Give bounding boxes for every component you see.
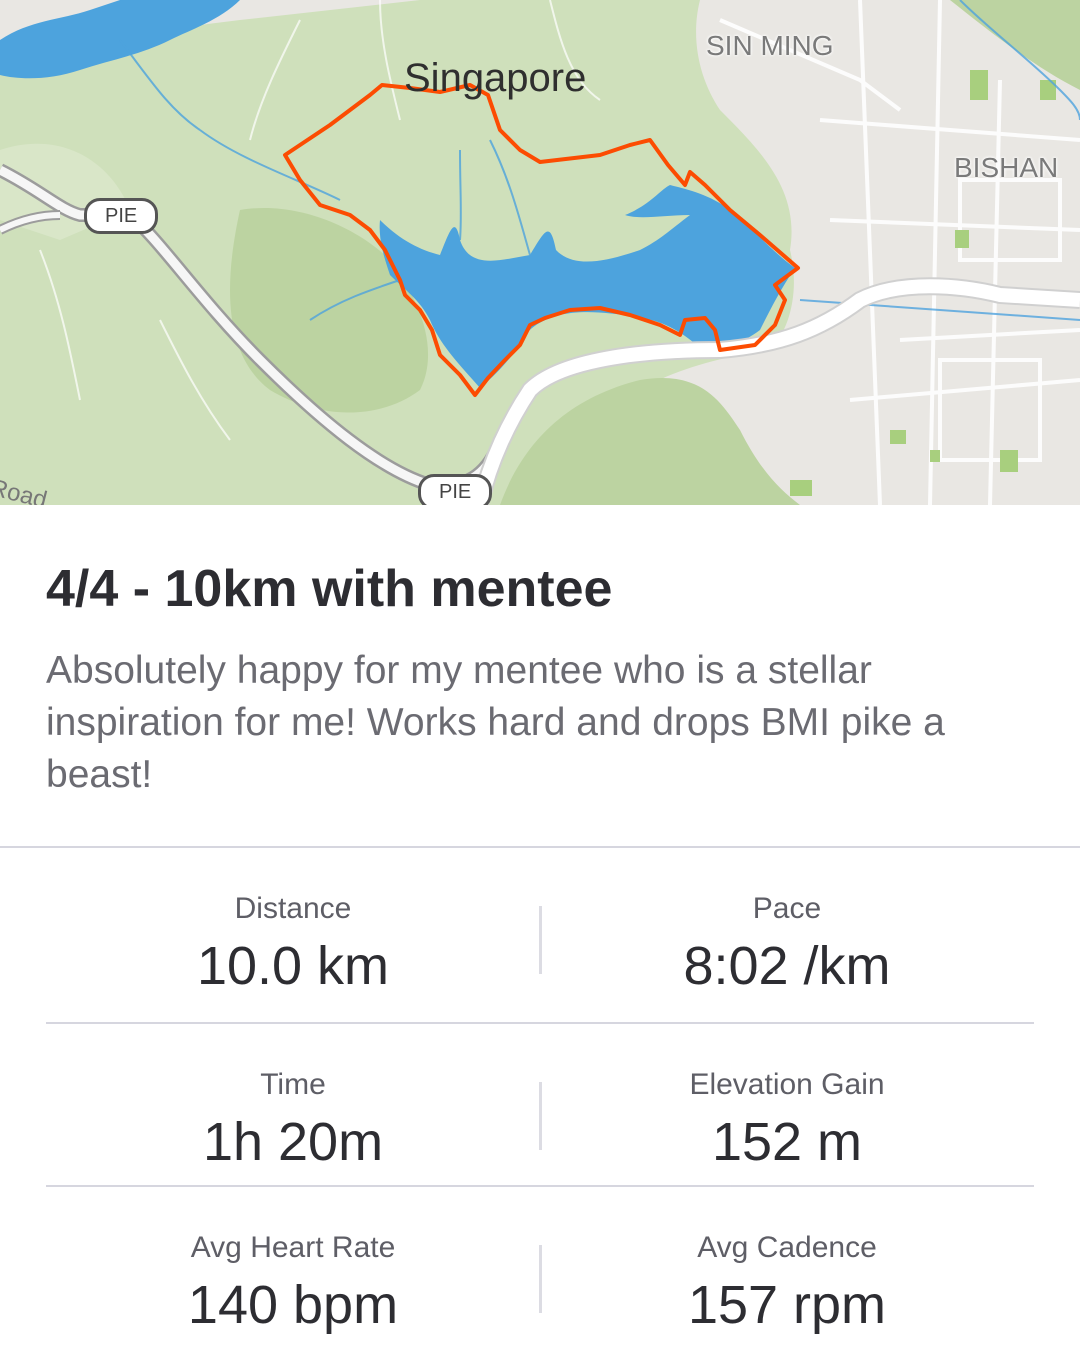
- stats-row: Time 1h 20m Elevation Gain 152 m: [46, 1024, 1034, 1187]
- activity-description: Absolutely happy for my mentee who is a …: [46, 649, 945, 796]
- stat-value: 140 bpm: [187, 1275, 399, 1335]
- stat-value: 8:02 /km: [683, 936, 891, 996]
- map-area-label-sin-ming: SIN MING: [706, 30, 834, 61]
- stat-label: Elevation Gain: [689, 1068, 885, 1101]
- stats-grid: Distance 10.0 km Pace 8:02 /km Time 1h 2…: [46, 848, 1034, 1350]
- map-city-label: Singapore: [404, 56, 587, 100]
- stat-label: Time: [260, 1068, 326, 1101]
- highway-shield-pie: PIE: [418, 474, 493, 505]
- stat-label: Pace: [752, 892, 822, 925]
- stat-avg-cadence: Avg Cadence 157 rpm: [540, 1187, 1034, 1335]
- stat-time: Time 1h 20m: [46, 1024, 540, 1172]
- highway-shield-pie: PIE: [84, 198, 159, 234]
- activity-title: 4/4 - 10km with mentee: [46, 560, 613, 618]
- stat-label: Distance: [234, 892, 352, 925]
- stat-avg-heart-rate: Avg Heart Rate 140 bpm: [46, 1187, 540, 1335]
- stats-row: Distance 10.0 km Pace 8:02 /km: [46, 848, 1034, 1024]
- stat-value: 10.0 km: [196, 936, 390, 996]
- stat-label: Avg Cadence: [697, 1231, 877, 1264]
- stat-value: 1h 20m: [202, 1112, 384, 1172]
- stat-label: Avg Heart Rate: [190, 1231, 396, 1264]
- map-area-label-bishan: BISHAN: [954, 152, 1059, 183]
- stats-row: Avg Heart Rate 140 bpm Avg Cadence 157 r…: [46, 1187, 1034, 1350]
- stat-value: 152 m: [711, 1112, 863, 1172]
- stat-value: 157 rpm: [687, 1275, 887, 1335]
- stat-elevation-gain: Elevation Gain 152 m: [540, 1024, 1034, 1172]
- route-map[interactable]: Singapore SIN MING BISHAN PIE PIE Road: [0, 0, 1080, 505]
- stat-distance: Distance 10.0 km: [46, 848, 540, 996]
- stat-pace: Pace 8:02 /km: [540, 848, 1034, 996]
